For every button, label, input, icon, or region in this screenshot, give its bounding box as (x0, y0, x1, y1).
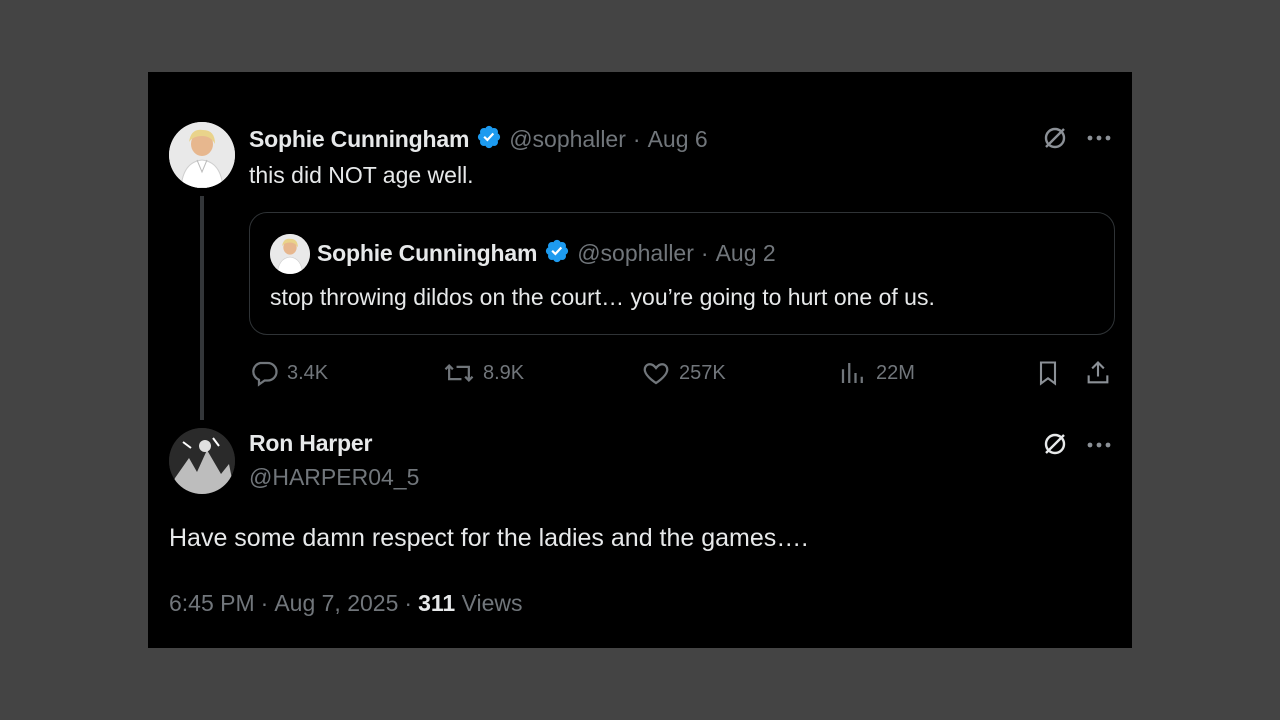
quote-header: Sophie Cunningham @sophaller · Aug 2 (317, 238, 776, 268)
reply-button[interactable]: 3.4K (249, 358, 328, 388)
thread-line (200, 196, 204, 420)
more-icon[interactable] (1086, 434, 1112, 456)
avatar[interactable] (169, 122, 235, 188)
quote-author-handle[interactable]: @sophaller (577, 240, 694, 267)
quote-text: stop throwing dildos on the court… you’r… (270, 284, 935, 310)
separator: · (700, 239, 709, 266)
separator: · (404, 590, 413, 616)
reply-time[interactable]: 6:45 PM (169, 590, 255, 617)
reply-icon (249, 358, 279, 388)
grok-icon[interactable] (1041, 430, 1069, 458)
grok-icon[interactable] (1041, 124, 1069, 152)
author-handle[interactable]: @sophaller (509, 126, 626, 153)
repost-count: 8.9K (483, 361, 525, 384)
reply-author-handle[interactable]: @HARPER04_5 (249, 464, 419, 491)
reply-date[interactable]: Aug 7, 2025 (274, 590, 398, 617)
like-icon (641, 358, 671, 388)
tweet-date[interactable]: Aug 6 (648, 126, 708, 153)
bookmark-icon[interactable] (1034, 358, 1062, 388)
views-button[interactable]: 22M (838, 358, 915, 388)
reply-author-name[interactable]: Ron Harper (249, 430, 372, 457)
repost-button[interactable]: 8.9K (443, 358, 524, 388)
quote-date[interactable]: Aug 2 (716, 240, 776, 267)
quote-avatar[interactable] (270, 234, 310, 274)
reply-views-count: 311 (418, 590, 456, 616)
quote-author-name[interactable]: Sophie Cunningham (317, 240, 537, 267)
more-icon[interactable] (1086, 127, 1112, 149)
verified-badge-icon (476, 124, 502, 155)
reply-avatar[interactable] (169, 428, 235, 494)
share-icon[interactable] (1084, 358, 1112, 388)
reply-views-label: Views (461, 590, 523, 616)
reply-text: Have some damn respect for the ladies an… (169, 524, 809, 552)
like-button[interactable]: 257K (641, 358, 726, 388)
views-count: 22M (876, 361, 915, 384)
tweet-card: Sophie Cunningham @sophaller · Aug 6 thi… (148, 72, 1132, 648)
views-icon (838, 358, 868, 388)
reply-count: 3.4K (287, 361, 329, 384)
separator: · (632, 125, 641, 152)
quote-tweet[interactable]: Sophie Cunningham @sophaller · Aug 2 sto… (249, 212, 1115, 335)
reply-meta: 6:45 PM · Aug 7, 2025 · 311 Views (169, 590, 523, 617)
like-count: 257K (679, 361, 726, 384)
tweet-text: this did NOT age well. (249, 162, 474, 188)
author-name[interactable]: Sophie Cunningham (249, 126, 469, 153)
tweet-header: Sophie Cunningham @sophaller · Aug 6 (249, 124, 708, 154)
separator: · (260, 590, 269, 616)
repost-icon (443, 358, 475, 388)
verified-badge-icon (544, 238, 570, 269)
